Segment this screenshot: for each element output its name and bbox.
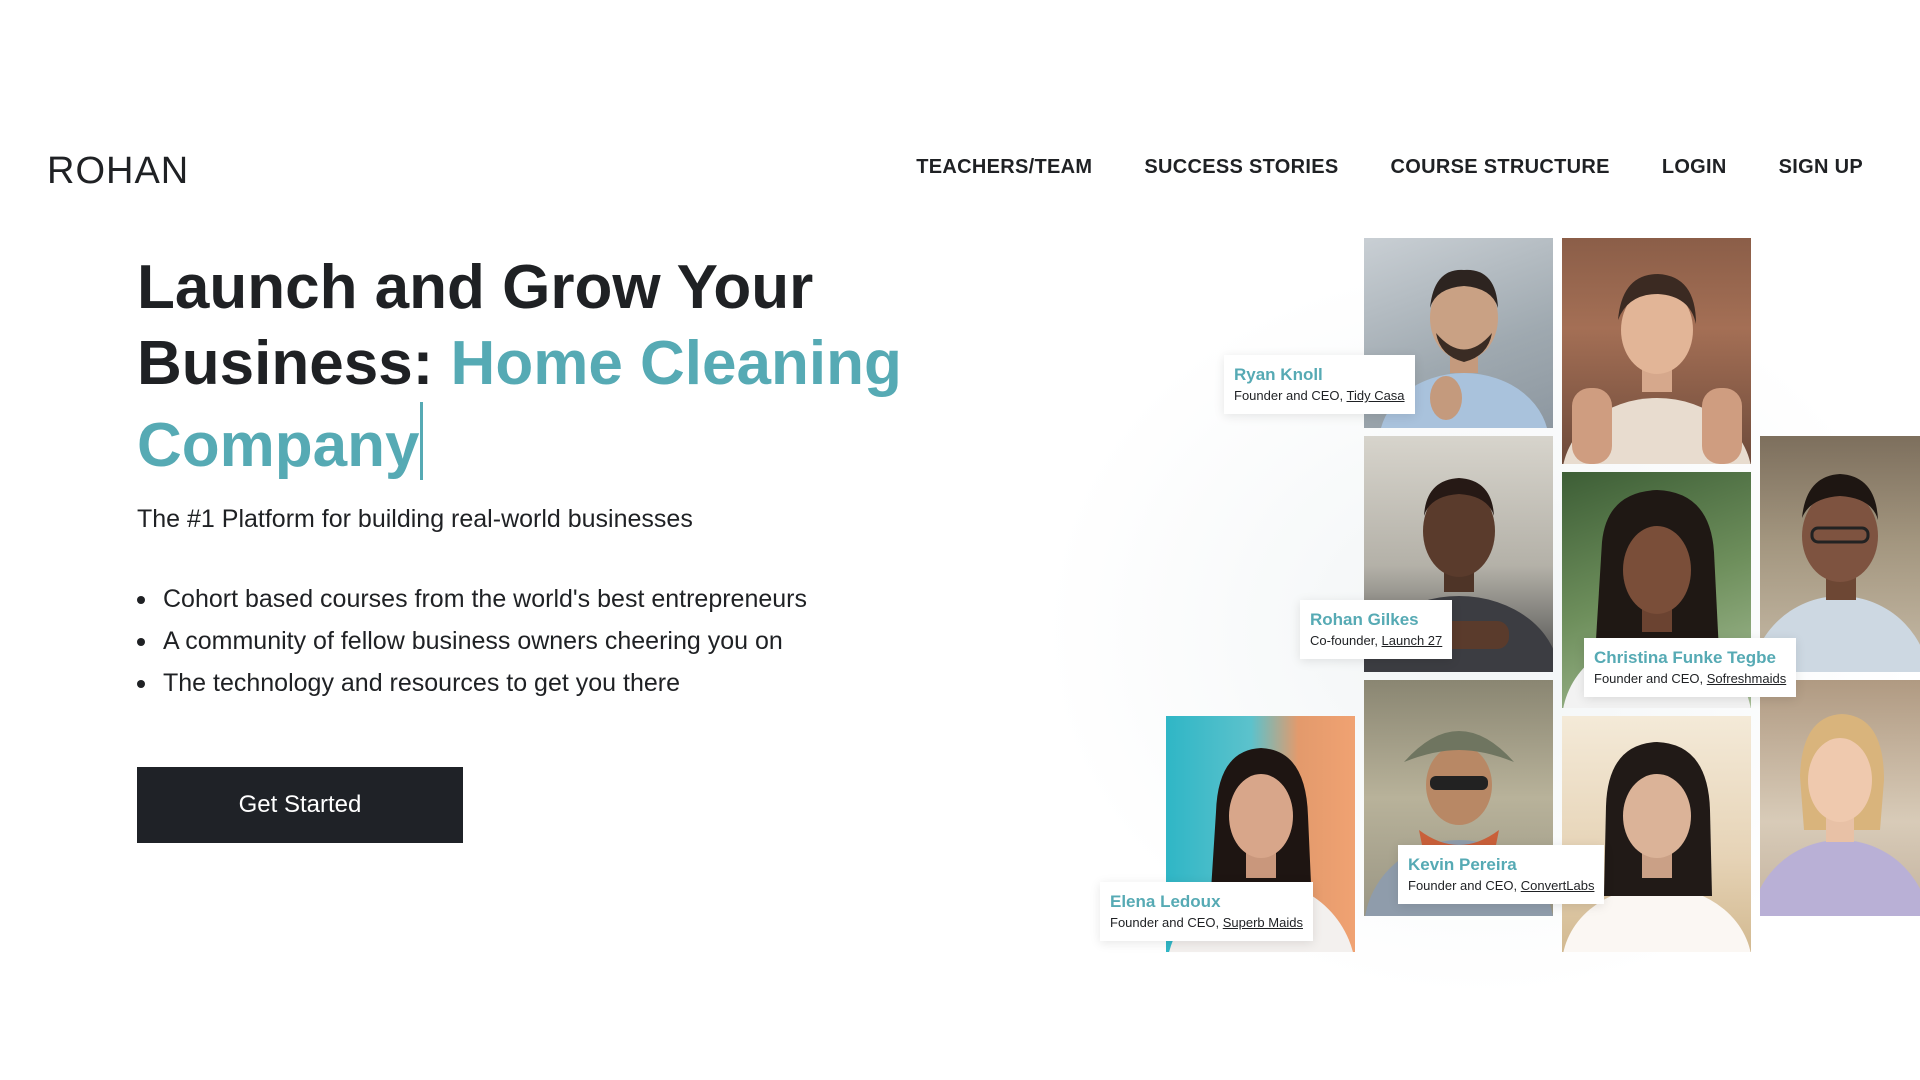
company-link[interactable]: Tidy Casa [1347, 388, 1405, 403]
person-name: Rohan Gilkes [1310, 610, 1419, 629]
person-card: Elena Ledoux Founder and CEO, Superb Mai… [1100, 882, 1313, 941]
person-name: Christina Funke Tegbe [1594, 648, 1776, 667]
person-name: Ryan Knoll [1234, 365, 1323, 384]
feature-item: Cohort based courses from the world's be… [137, 578, 807, 620]
photo-woman-tattoo [1562, 238, 1751, 464]
person-title: Founder and CEO, [1408, 878, 1521, 893]
landing-page: ROHAN TEACHERS/TEAM SUCCESS STORIES COUR… [0, 0, 1920, 1080]
person-role: Co-founder, Launch 27 [1310, 631, 1442, 651]
typing-caret [420, 402, 424, 480]
photo-man-glasses [1760, 436, 1920, 672]
person-role: Founder and CEO, Tidy Casa [1234, 386, 1405, 406]
person-avatar-icon [1760, 474, 1920, 672]
person-role: Founder and CEO, Superb Maids [1110, 913, 1303, 933]
feature-list: Cohort based courses from the world's be… [137, 578, 807, 704]
person-role: Founder and CEO, Sofreshmaids [1594, 669, 1786, 689]
person-avatar-icon [1563, 274, 1751, 464]
company-link[interactable]: Sofreshmaids [1707, 671, 1786, 686]
feature-item: The technology and resources to get you … [137, 662, 807, 704]
nav-success-stories[interactable]: SUCCESS STORIES [1144, 156, 1338, 179]
person-title: Founder and CEO, [1594, 671, 1707, 686]
get-started-button[interactable]: Get Started [137, 767, 463, 843]
person-title: Co-founder, [1310, 633, 1382, 648]
person-card: Christina Funke Tegbe Founder and CEO, S… [1584, 638, 1797, 697]
person-name: Kevin Pereira [1408, 855, 1517, 874]
nav-course-structure[interactable]: COURSE STRUCTURE [1391, 156, 1610, 179]
person-card: Ryan Knoll Founder and CEO, Tidy Casa [1224, 355, 1415, 414]
photo-woman-blonde [1760, 680, 1920, 916]
feature-item: A community of fellow business owners ch… [137, 620, 807, 662]
company-link[interactable]: Launch 27 [1382, 633, 1443, 648]
person-role: Founder and CEO, ConvertLabs [1408, 876, 1594, 896]
person-avatar-icon [1563, 742, 1751, 952]
hero-subtitle: The #1 Platform for building real-world … [137, 505, 693, 533]
nav-sign-up[interactable]: SIGN UP [1779, 156, 1863, 179]
person-card: Kevin Pereira Founder and CEO, ConvertLa… [1398, 845, 1605, 904]
person-name: Elena Ledoux [1110, 892, 1221, 911]
nav-teachers-team[interactable]: TEACHERS/TEAM [916, 156, 1092, 179]
person-title: Founder and CEO, [1110, 915, 1223, 930]
person-avatar-icon [1760, 714, 1920, 916]
photo-woman-smiling [1562, 716, 1751, 952]
company-link[interactable]: ConvertLabs [1521, 878, 1595, 893]
brand-logo[interactable]: ROHAN [47, 150, 189, 193]
person-card: Rohan Gilkes Co-founder, Launch 27 [1300, 600, 1453, 659]
company-link[interactable]: Superb Maids [1223, 915, 1303, 930]
person-title: Founder and CEO, [1234, 388, 1347, 403]
hero-headline: Launch and Grow Your Business: Home Clea… [137, 250, 917, 484]
main-nav: TEACHERS/TEAM SUCCESS STORIES COURSE STR… [916, 156, 1863, 179]
nav-login[interactable]: LOGIN [1662, 156, 1727, 179]
